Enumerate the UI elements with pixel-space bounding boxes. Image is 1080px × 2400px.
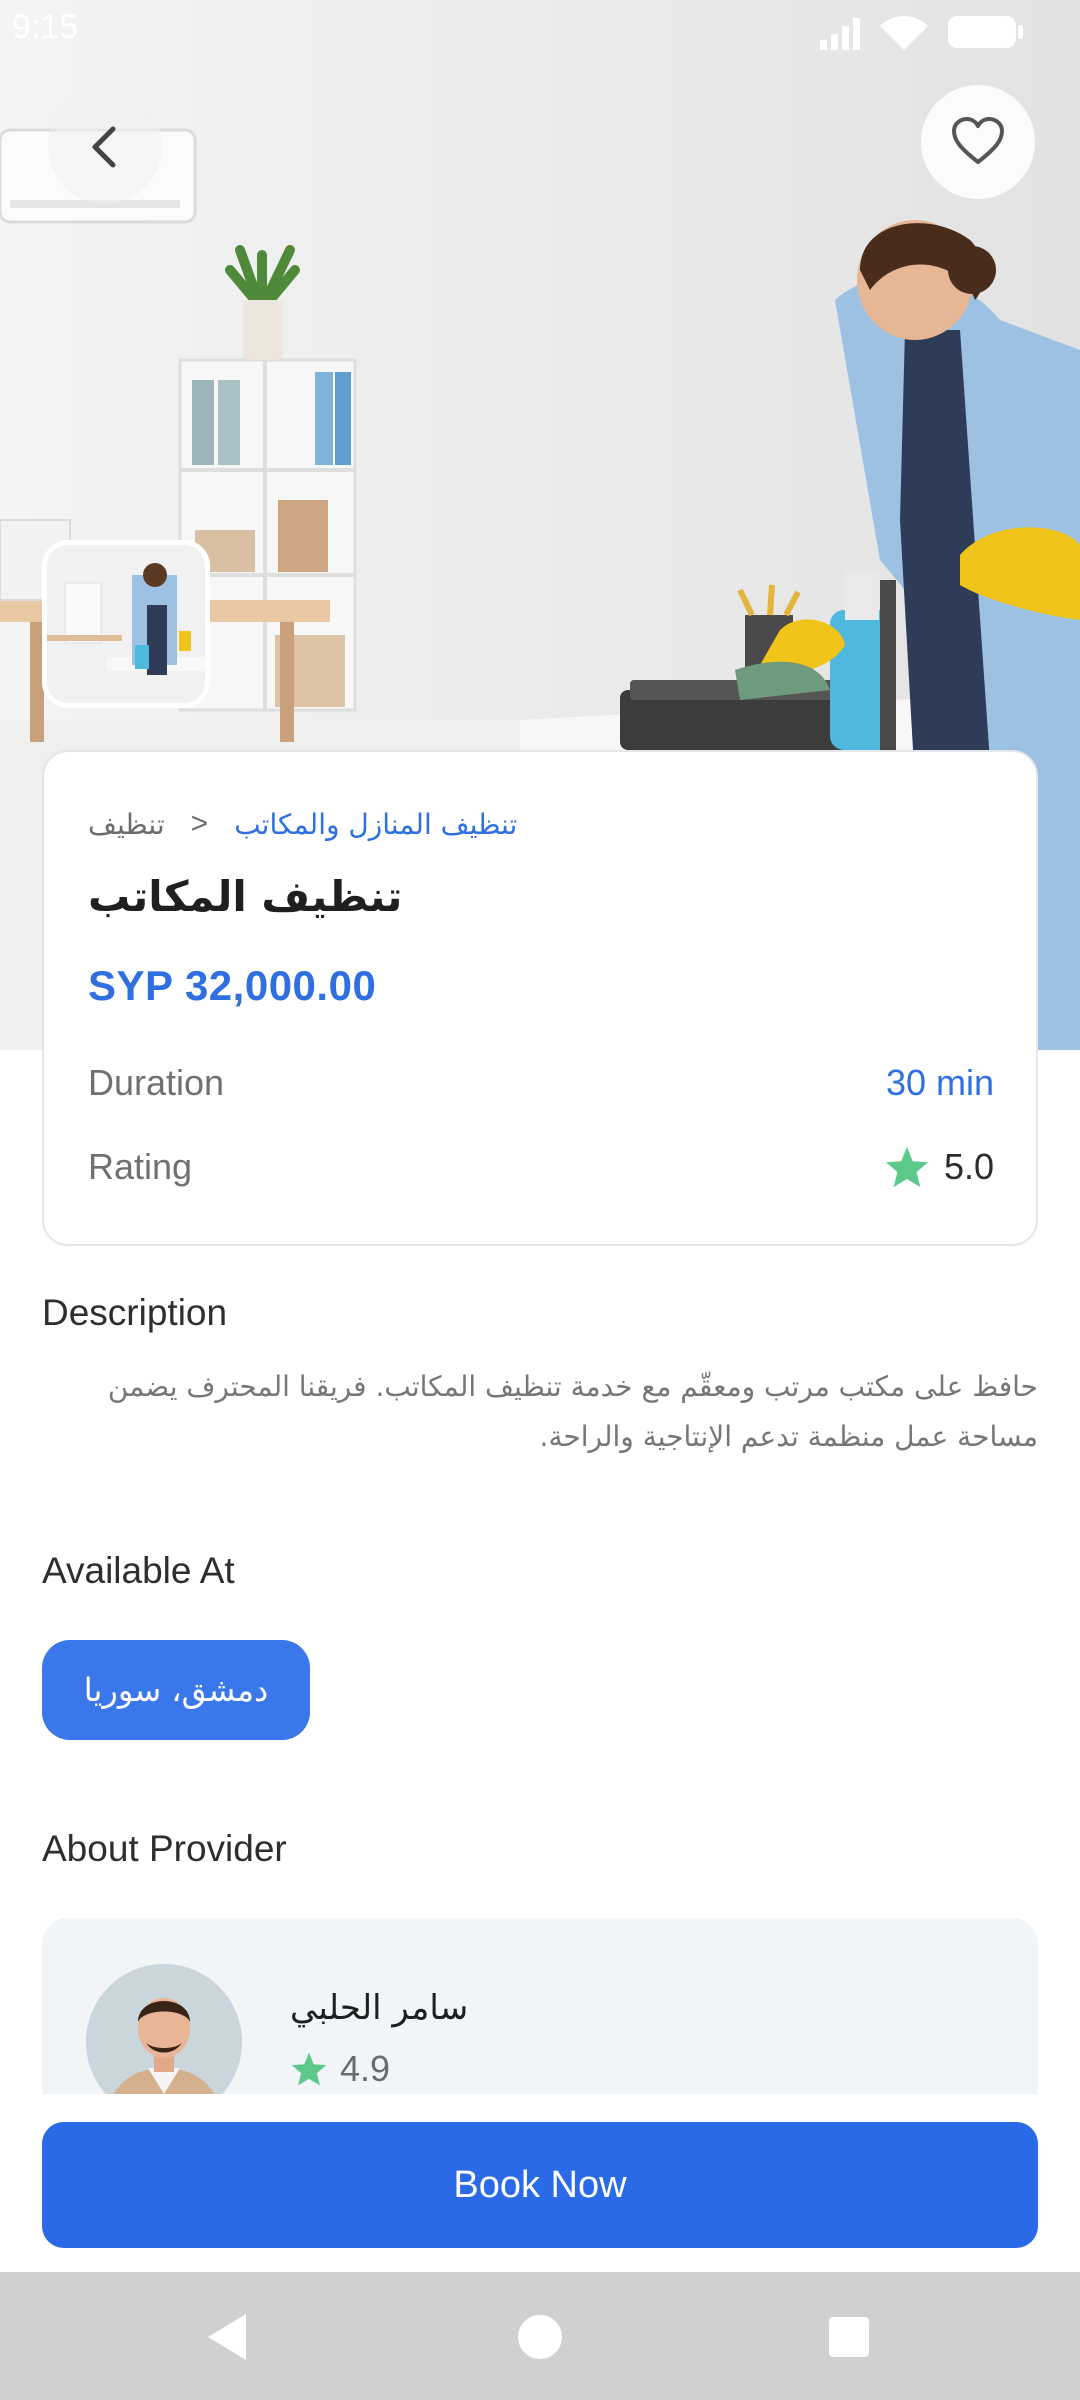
provider-rating-value: 4.9 [340,2048,391,2089]
description-text: حافظ على مكتب مرتب ومعقّم مع خدمة تنظيف … [107,1370,1038,1453]
gallery-thumbnail[interactable] [42,540,210,708]
breadcrumb-separator: > [190,807,209,840]
nav-home-icon [518,2315,562,2359]
rating-value: 5.0 [943,1146,994,1187]
nav-back-button[interactable] [182,2292,272,2382]
status-bar: 9:15 [0,0,1080,60]
nav-home-button[interactable] [495,2292,585,2382]
rating-row: Rating 5.0 [88,1142,994,1192]
thumbnail-image [47,545,205,703]
nav-recents-icon [829,2317,869,2357]
breadcrumb-root[interactable]: تنظيف [88,808,165,841]
duration-row: Duration 30 min [88,1058,994,1108]
nav-back-icon [208,2314,246,2360]
chevron-left-icon [92,126,116,168]
status-icons [820,16,1023,50]
star-icon [291,2052,327,2086]
breadcrumb: تنظيف > تنظيف المنازل والمكاتب [88,804,517,844]
battery-icon [948,16,1023,48]
favorite-button[interactable] [921,85,1035,199]
breadcrumb-current[interactable]: تنظيف المنازل والمكاتب [234,808,517,841]
heart-outline-icon [952,117,1004,164]
duration-value: 30 min [885,1062,994,1103]
wifi-icon [880,16,928,50]
location-chip[interactable]: دمشق، سوريا [42,1640,310,1740]
rating-label: Rating [88,1146,193,1187]
signal-icon [820,18,860,50]
provider-rating: 4.9 [290,2048,390,2090]
book-now-button[interactable]: Book Now [42,2122,1038,2248]
duration-label: Duration [88,1062,225,1103]
available-at-title: Available At [42,1550,235,1591]
about-provider-title: About Provider [42,1828,287,1869]
back-button[interactable] [48,90,162,204]
nav-recents-button[interactable] [804,2292,894,2382]
service-price: SYP 32,000.00 [88,962,377,1009]
provider-avatar [86,1964,242,2094]
status-time: 9:15 [12,8,79,46]
service-info-card: تنظيف > تنظيف المنازل والمكاتب تنظيف الم… [42,750,1038,1246]
system-navigation-bar [0,2272,1080,2400]
star-icon [885,1146,928,1188]
provider-card[interactable]: سامر الحلبي 4.9 [42,1918,1038,2094]
provider-name: سامر الحلبي [290,1988,469,2028]
avatar-image [86,1964,242,2094]
service-title: تنظيف المكاتب [88,872,403,921]
description-title: Description [42,1292,228,1333]
rating-display: 5.0 [884,1145,994,1189]
